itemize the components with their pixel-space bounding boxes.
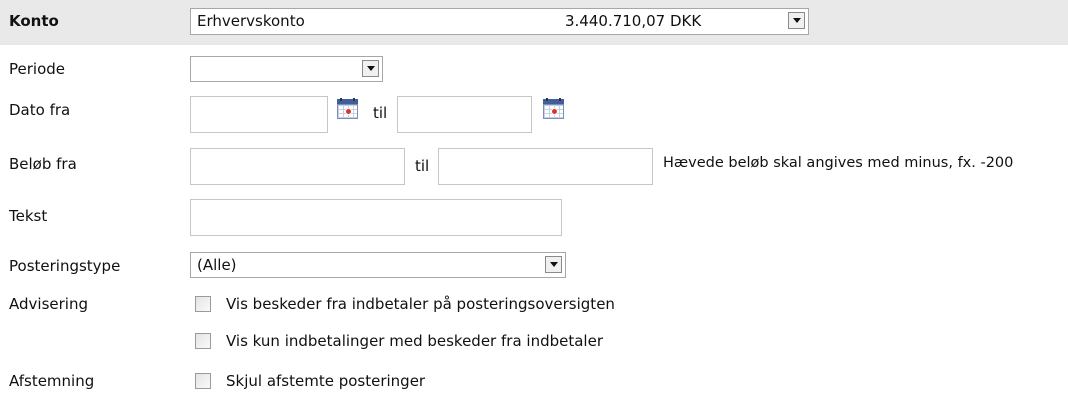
posteringstype-selected: (Alle): [197, 256, 237, 274]
periode-select[interactable]: [190, 56, 383, 82]
chevron-down-icon[interactable]: [362, 60, 379, 77]
belob-til-label: til: [415, 157, 430, 175]
konto-select[interactable]: Erhvervskonto 3.440.710,07 DKK: [190, 8, 809, 35]
afstemning-option-label: Skjul afstemte posteringer: [226, 372, 426, 390]
advisering-checkbox-1[interactable]: [195, 296, 211, 312]
dato-til-label: til: [373, 104, 388, 122]
afstemning-checkbox[interactable]: [195, 373, 211, 389]
dato-til-input[interactable]: [397, 96, 532, 133]
chevron-down-icon[interactable]: [788, 12, 805, 29]
dato-fra-label: Dato fra: [9, 101, 71, 119]
konto-balance: 3.440.710,07 DKK: [565, 12, 702, 30]
calendar-icon[interactable]: [543, 98, 564, 119]
belob-fra-label: Beløb fra: [9, 155, 77, 173]
dato-fra-input[interactable]: [190, 96, 328, 133]
afstemning-label: Afstemning: [9, 372, 95, 390]
tekst-input[interactable]: [190, 199, 562, 236]
posteringstype-select[interactable]: (Alle): [190, 252, 566, 278]
periode-label: Periode: [9, 60, 66, 78]
belob-hint: Hævede beløb skal angives med minus, fx.…: [663, 155, 1014, 171]
posteringstype-label: Posteringstype: [9, 257, 121, 275]
advisering-checkbox-2[interactable]: [195, 333, 211, 349]
chevron-down-icon[interactable]: [545, 256, 562, 273]
konto-account-name: Erhvervskonto: [197, 12, 305, 30]
belob-til-input[interactable]: [438, 148, 653, 185]
belob-fra-input[interactable]: [190, 148, 405, 185]
advisering-label: Advisering: [9, 295, 88, 313]
advisering-option-2-label: Vis kun indbetalinger med beskeder fra i…: [226, 332, 603, 350]
advisering-option-1-label: Vis beskeder fra indbetaler på postering…: [226, 295, 615, 313]
konto-label: Konto: [9, 12, 59, 30]
calendar-icon[interactable]: [337, 98, 358, 119]
tekst-label: Tekst: [9, 207, 48, 225]
